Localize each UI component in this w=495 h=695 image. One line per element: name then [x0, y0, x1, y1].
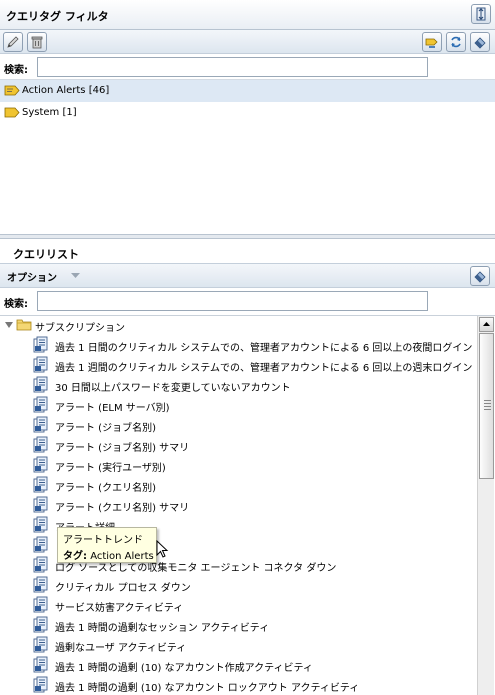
query-icon [33, 436, 48, 453]
edit-tag-button[interactable] [3, 32, 23, 52]
query-icon [33, 416, 48, 433]
query-label: 過去 1 日間のクリティカル システムでの、管理者アカウントによる 6 回以上の… [55, 343, 473, 354]
query-label: アラート (ジョブ名別) サマリ [55, 443, 190, 454]
folder-label: サブスクリプション [35, 323, 125, 334]
query-icon [33, 636, 48, 653]
query-list-item[interactable]: アラート (ジョブ名別) [0, 415, 476, 435]
query-list-action-button[interactable] [470, 266, 490, 286]
refresh-icon [451, 36, 461, 48]
query-list-item[interactable]: 過去 1 時間の過剰 (10) なアカウント作成アクティビティ [0, 655, 476, 675]
tag-settings-button[interactable] [470, 32, 490, 52]
tag-filter-toolbar [0, 30, 495, 54]
tag-item-system[interactable]: System [1] [0, 102, 495, 124]
query-list-item[interactable]: アラート (クエリ名別) [0, 475, 476, 495]
query-search-label: 検索: [4, 299, 28, 310]
query-list-item[interactable]: 過去 1 時間の過剰 (10) なアカウント ロックアウト アクティビティ [0, 675, 476, 695]
query-icon [33, 536, 48, 553]
query-icon [33, 516, 48, 533]
query-label: アラート (ジョブ名別) [55, 423, 156, 434]
tag-filter-title: クエリタグ フィルタ [6, 10, 109, 23]
tooltip-title: アラートトレンド [63, 535, 143, 546]
query-icon [33, 376, 48, 393]
query-search-input[interactable] [37, 291, 428, 311]
query-label: サービス妨害アクティビティ [55, 603, 184, 614]
query-list-item[interactable]: サービス妨害アクティビティ [0, 595, 476, 615]
trash-icon [31, 36, 43, 49]
delete-tag-button[interactable] [27, 32, 47, 52]
scroll-up-button[interactable] [479, 317, 494, 332]
chevron-down-icon [71, 273, 80, 278]
query-label: 過去 1 週間のクリティカル システムでの、管理者アカウントによる 6 回以上の… [55, 363, 473, 374]
query-icon [33, 336, 48, 353]
mouse-cursor-icon [156, 540, 169, 558]
query-label: 過剰なユーザ アクティビティ [55, 643, 187, 654]
tag-icon [4, 107, 20, 118]
query-label: 過去 1 時間の過剰 (10) なアカウント作成アクティビティ [55, 663, 313, 674]
query-icon [33, 456, 48, 473]
expand-triangle-icon[interactable] [5, 321, 13, 329]
query-label: アラート (クエリ名別) サマリ [55, 503, 190, 514]
query-icon [33, 396, 48, 413]
tag-eraser-icon [474, 37, 486, 49]
collapse-panel-button[interactable] [471, 4, 491, 24]
query-icon [33, 556, 48, 573]
query-search-row: 検索: [0, 289, 495, 313]
query-list-item[interactable]: アラート (実行ユーザ別) [0, 455, 476, 475]
query-list-item[interactable]: 30 日間以上パスワードを変更していないアカウント [0, 375, 476, 395]
query-list-item[interactable]: 過去 1 日間のクリティカル システムでの、管理者アカウントによる 6 回以上の… [0, 335, 476, 355]
query-list-title: クエリリスト [13, 248, 79, 261]
tag-action-button[interactable] [422, 32, 442, 52]
options-menu[interactable]: オプション [7, 269, 87, 285]
tooltip-tag-value: Action Alerts [90, 551, 154, 562]
query-label: クリティカル プロセス ダウン [55, 583, 191, 594]
query-label: 過去 1 時間の過剰 (10) なアカウント ロックアウト アクティビティ [55, 683, 360, 694]
query-label: 過去 1 時間の過剰なセッション アクティビティ [55, 623, 270, 634]
query-label: アラート (ELM サーバ別) [55, 403, 170, 414]
tag-icon [4, 85, 20, 96]
pencil-icon [7, 36, 19, 48]
tag-item-action-alerts[interactable]: Action Alerts [46] [0, 80, 495, 102]
query-icon [33, 656, 48, 673]
query-icon [33, 356, 48, 373]
query-icon [33, 576, 48, 593]
folder-icon [16, 319, 32, 331]
tag-arrow-icon [425, 38, 438, 48]
query-list-item[interactable]: 過剰なユーザ アクティビティ [0, 635, 476, 655]
query-icon [33, 596, 48, 613]
query-icon [33, 496, 48, 513]
query-icon [33, 476, 48, 493]
query-list-item[interactable]: クリティカル プロセス ダウン [0, 575, 476, 595]
tag-label: System [1] [22, 107, 77, 118]
vertical-scrollbar[interactable] [477, 316, 494, 695]
folder-subscriptions[interactable]: サブスクリプション [0, 316, 476, 334]
query-list-item[interactable]: アラート (クエリ名別) サマリ [0, 495, 476, 515]
query-label: アラート (実行ユーザ別) [55, 463, 166, 474]
options-label: オプション [7, 273, 57, 284]
query-label: 30 日間以上パスワードを変更していないアカウント [55, 383, 291, 394]
query-list-item[interactable]: 過去 1 時間の過剰なセッション アクティビティ [0, 615, 476, 635]
query-label: アラート (クエリ名別) [55, 483, 156, 494]
query-icon [33, 676, 48, 693]
arrow-up-icon [483, 322, 490, 326]
tag-search-input[interactable] [37, 57, 428, 77]
query-list-toolbar: オプション [0, 263, 495, 288]
tag-search-row: 検索: [0, 55, 495, 79]
tag-filter-header: クエリタグ フィルタ [0, 0, 495, 30]
refresh-button[interactable] [446, 32, 466, 52]
query-list-header: クエリリスト [0, 239, 495, 263]
query-list-item[interactable]: アラート (ジョブ名別) サマリ [0, 435, 476, 455]
collapse-icon [476, 7, 486, 21]
tag-label: Action Alerts [46] [22, 85, 110, 96]
query-list-item[interactable]: アラート (ELM サーバ別) [0, 395, 476, 415]
query-icon [33, 616, 48, 633]
tag-eraser-icon [474, 271, 486, 283]
tooltip-tag: タグ: Action Alerts [63, 547, 154, 562]
scroll-thumb[interactable] [479, 333, 494, 479]
tag-search-label: 検索: [4, 65, 28, 76]
query-list-item[interactable]: 過去 1 週間のクリティカル システムでの、管理者アカウントによる 6 回以上の… [0, 355, 476, 375]
tooltip: アラートトレンド タグ: Action Alerts [57, 527, 157, 563]
tooltip-tag-label: タグ: [63, 551, 87, 562]
